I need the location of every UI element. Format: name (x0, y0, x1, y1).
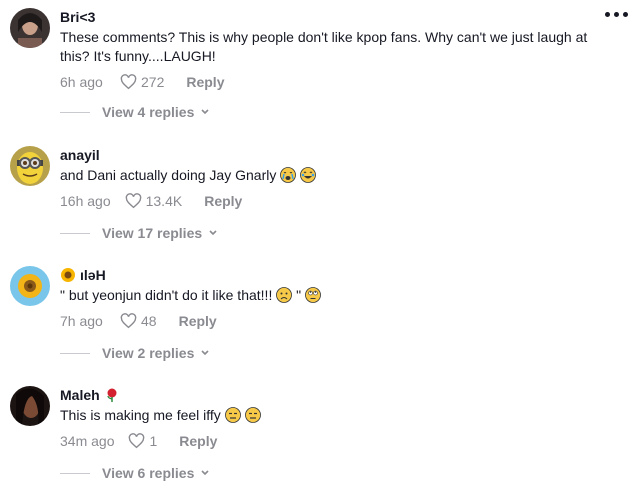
rose-emoji-icon (104, 387, 120, 403)
crying-face-emoji-icon (280, 167, 297, 183)
reply-button[interactable]: Reply (179, 313, 217, 329)
like-count: 1 (149, 433, 158, 449)
divider (60, 111, 90, 113)
avatar[interactable] (10, 8, 50, 48)
view-replies-button[interactable]: View 17 replies (60, 225, 218, 241)
comment-body: ıləH " but yeonjun didn't do it like tha… (60, 266, 620, 331)
avatar[interactable] (10, 266, 50, 306)
rolling-eyes-emoji-icon (305, 287, 321, 303)
sunflower-emoji-icon (60, 267, 76, 283)
laughing-tears-emoji-icon (300, 167, 317, 183)
comment-text: These comments? This is why people don't… (60, 29, 588, 64)
divider (60, 472, 90, 474)
avatar[interactable] (10, 146, 50, 186)
heart-outline-icon[interactable] (120, 74, 137, 90)
timestamp: 6h ago (60, 74, 103, 90)
chevron-down-icon (201, 350, 209, 356)
like-button[interactable]: 13.4K (125, 193, 183, 209)
like-count: 272 (141, 74, 165, 90)
view-replies-button[interactable]: View 2 replies (60, 345, 210, 361)
divider (60, 232, 90, 234)
frowning-face-emoji-icon (276, 287, 293, 303)
comment-meta: 16h ago 13.4K Reply (60, 191, 620, 211)
comments-panel: Bri<3 These comments? This is why people… (0, 0, 640, 486)
comment-body: anayil and Dani actually doing Jay Gnarl… (60, 146, 620, 211)
username[interactable]: Bri<3 (60, 8, 620, 26)
username[interactable]: anayil (60, 146, 620, 164)
expressionless-face-emoji-icon (224, 407, 241, 423)
comment-body: Maleh This is making me feel iffy 34m ag… (60, 386, 620, 451)
reply-button[interactable]: Reply (179, 433, 217, 449)
expressionless-face-emoji-icon (244, 407, 261, 423)
chevron-down-icon (201, 109, 209, 115)
reply-button[interactable]: Reply (204, 193, 242, 209)
comment-text: This is making me feel iffy (60, 406, 620, 425)
timestamp: 34m ago (60, 433, 115, 449)
comment-meta: 34m ago 1 Reply (60, 431, 620, 451)
like-button[interactable]: 48 (120, 313, 157, 329)
heart-outline-icon[interactable] (120, 313, 137, 329)
heart-outline-icon[interactable] (128, 433, 145, 449)
username[interactable]: ıləH (60, 266, 620, 284)
divider (60, 352, 90, 354)
comment-text: " but yeonjun didn't do it like that!!! … (60, 286, 620, 305)
like-button[interactable]: 272 (120, 74, 164, 90)
comment-meta: 6h ago 272 Reply (60, 72, 620, 92)
like-count: 48 (141, 313, 157, 329)
chevron-down-icon (209, 230, 217, 236)
comment-body: Bri<3 These comments? This is why people… (60, 8, 620, 92)
like-button[interactable]: 1 (128, 433, 157, 449)
view-replies-button[interactable]: View 4 replies (60, 104, 210, 120)
username[interactable]: Maleh (60, 386, 620, 404)
comment-meta: 7h ago 48 Reply (60, 311, 620, 331)
reply-button[interactable]: Reply (186, 74, 224, 90)
view-replies-button[interactable]: View 6 replies (60, 465, 210, 481)
avatar[interactable] (10, 386, 50, 426)
chevron-down-icon (201, 470, 209, 476)
heart-outline-icon[interactable] (125, 193, 142, 209)
like-count: 13.4K (145, 193, 183, 209)
timestamp: 7h ago (60, 313, 103, 329)
comment-text: and Dani actually doing Jay Gnarly (60, 166, 620, 185)
timestamp: 16h ago (60, 193, 111, 209)
